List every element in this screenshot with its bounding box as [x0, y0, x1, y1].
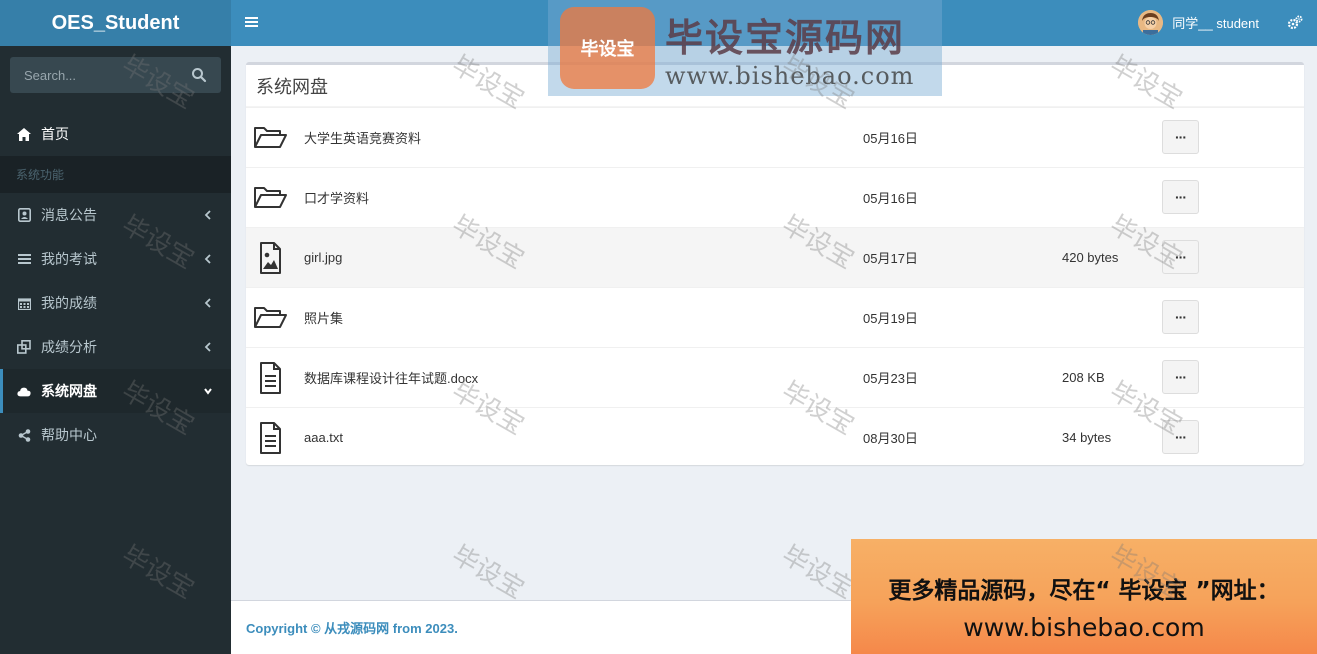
file-name[interactable]: 大学生英语竞赛资料	[304, 128, 421, 147]
search-box	[10, 57, 221, 93]
sidebar-menu: 首页 系统功能 消息公告 我的考试 我的成绩 成绩分析 系统网盘 帮助中心	[0, 112, 231, 457]
file-row[interactable]: girl.jpg 05月17日 420 bytes ···	[246, 227, 1304, 287]
file-actions-button[interactable]: ···	[1162, 420, 1199, 454]
sidebar-item-label: 系统网盘	[41, 383, 97, 399]
chevron-left-icon	[204, 342, 211, 352]
sidebar-item-announcements[interactable]: 消息公告	[0, 193, 231, 237]
file-date: 05月19日	[863, 311, 918, 326]
file-size: 420 bytes	[1062, 250, 1119, 265]
share-icon	[17, 428, 31, 442]
watermark-logo-badge: 毕设宝	[560, 7, 655, 89]
sidebar-item-my-scores[interactable]: 我的成绩	[0, 281, 231, 325]
file-name[interactable]: aaa.txt	[304, 430, 343, 445]
sidebar-search	[0, 46, 231, 104]
image-file-icon	[260, 242, 281, 274]
app-logo[interactable]: OES_Student	[0, 0, 231, 46]
sidebar-item-label: 帮助中心	[41, 427, 97, 443]
file-actions-button[interactable]: ···	[1162, 120, 1199, 154]
user-menu[interactable]: 同学__ student	[1138, 10, 1259, 35]
home-icon	[17, 127, 31, 141]
clone-icon	[17, 340, 31, 354]
watermark-text: 毕设宝	[776, 540, 860, 606]
sidebar-item-label: 我的考试	[41, 251, 97, 267]
watermark-logo-banner: 毕设宝 毕设宝源码网 www.bishebao.com	[548, 0, 942, 96]
file-row[interactable]: 大学生英语竞赛资料 05月16日 ···	[246, 107, 1304, 167]
watermark-text: 毕设宝	[446, 540, 530, 606]
file-date: 08月30日	[863, 431, 918, 446]
sidebar-section-header: 系统功能	[0, 156, 231, 193]
file-row[interactable]: 数据库课程设计往年试题.docx 05月23日 208 KB ···	[246, 347, 1304, 407]
sidebar-toggle-icon[interactable]	[245, 15, 259, 29]
file-date: 05月16日	[863, 131, 918, 146]
file-name[interactable]: 数据库课程设计往年试题.docx	[304, 368, 478, 387]
file-size: 208 KB	[1062, 370, 1105, 385]
watermark-logo-url: www.bishebao.com	[665, 61, 915, 90]
cloud-drive-box: 系统网盘 大学生英语竞赛资料 05月16日 ··· 口才学资料 05月16日 ·…	[246, 62, 1304, 465]
address-card-icon	[17, 208, 31, 222]
search-icon[interactable]	[191, 67, 207, 83]
file-actions-button[interactable]: ···	[1162, 300, 1199, 334]
chevron-left-icon	[204, 210, 211, 220]
watermark-logo-text: 毕设宝源码网 www.bishebao.com	[665, 7, 914, 90]
sidebar-item-my-exams[interactable]: 我的考试	[0, 237, 231, 281]
file-name[interactable]: girl.jpg	[304, 250, 342, 265]
file-size: 34 bytes	[1062, 430, 1112, 445]
promo-url: www.bishebao.com	[963, 613, 1205, 642]
calendar-icon	[17, 296, 31, 310]
user-name: 同学__ student	[1172, 16, 1259, 31]
cloud-icon	[17, 384, 31, 398]
file-name[interactable]: 口才学资料	[304, 188, 369, 207]
promo-text: 更多精品源码，尽在“ 毕设宝 ”网址：	[888, 578, 1280, 604]
file-actions-button[interactable]: ···	[1162, 180, 1199, 214]
file-row[interactable]: aaa.txt 08月30日 34 bytes ···	[246, 407, 1304, 467]
text-file-icon	[260, 362, 281, 394]
footer-copyright[interactable]: Copyright © 从戎源码网 from 2023.	[246, 618, 458, 637]
file-row[interactable]: 口才学资料 05月16日 ···	[246, 167, 1304, 227]
folder-open-icon	[254, 127, 287, 148]
sidebar-item-label: 首页	[41, 126, 69, 142]
watermark-logo-title: 毕设宝源码网	[665, 15, 906, 60]
folder-open-icon	[254, 187, 287, 208]
gears-icon[interactable]	[1287, 15, 1303, 31]
sidebar: OES_Student 首页 系统功能 消息公告 我的考试 我的成绩	[0, 0, 231, 654]
sidebar-item-label: 消息公告	[41, 207, 97, 223]
file-date: 05月23日	[863, 371, 918, 386]
sidebar-item-cloud-drive[interactable]: 系统网盘	[0, 369, 231, 413]
sidebar-item-home[interactable]: 首页	[0, 112, 231, 156]
search-input[interactable]	[24, 67, 174, 83]
text-file-icon	[260, 422, 281, 454]
file-actions-button[interactable]: ···	[1162, 240, 1199, 274]
file-row[interactable]: 照片集 05月19日 ···	[246, 287, 1304, 347]
file-name[interactable]: 照片集	[304, 308, 343, 327]
file-date: 05月17日	[863, 251, 918, 266]
folder-open-icon	[254, 307, 287, 328]
list-icon	[17, 252, 31, 266]
chevron-down-icon	[204, 388, 212, 395]
chevron-left-icon	[204, 298, 211, 308]
promo-banner: 更多精品源码，尽在“ 毕设宝 ”网址： www.bishebao.com	[851, 539, 1317, 654]
sidebar-item-label: 我的成绩	[41, 295, 97, 311]
chevron-left-icon	[204, 254, 211, 264]
file-actions-button[interactable]: ···	[1162, 360, 1199, 394]
avatar	[1138, 10, 1164, 35]
file-date: 05月16日	[863, 191, 918, 206]
sidebar-item-help-center[interactable]: 帮助中心	[0, 413, 231, 457]
sidebar-item-score-analysis[interactable]: 成绩分析	[0, 325, 231, 369]
sidebar-item-label: 成绩分析	[41, 339, 97, 355]
